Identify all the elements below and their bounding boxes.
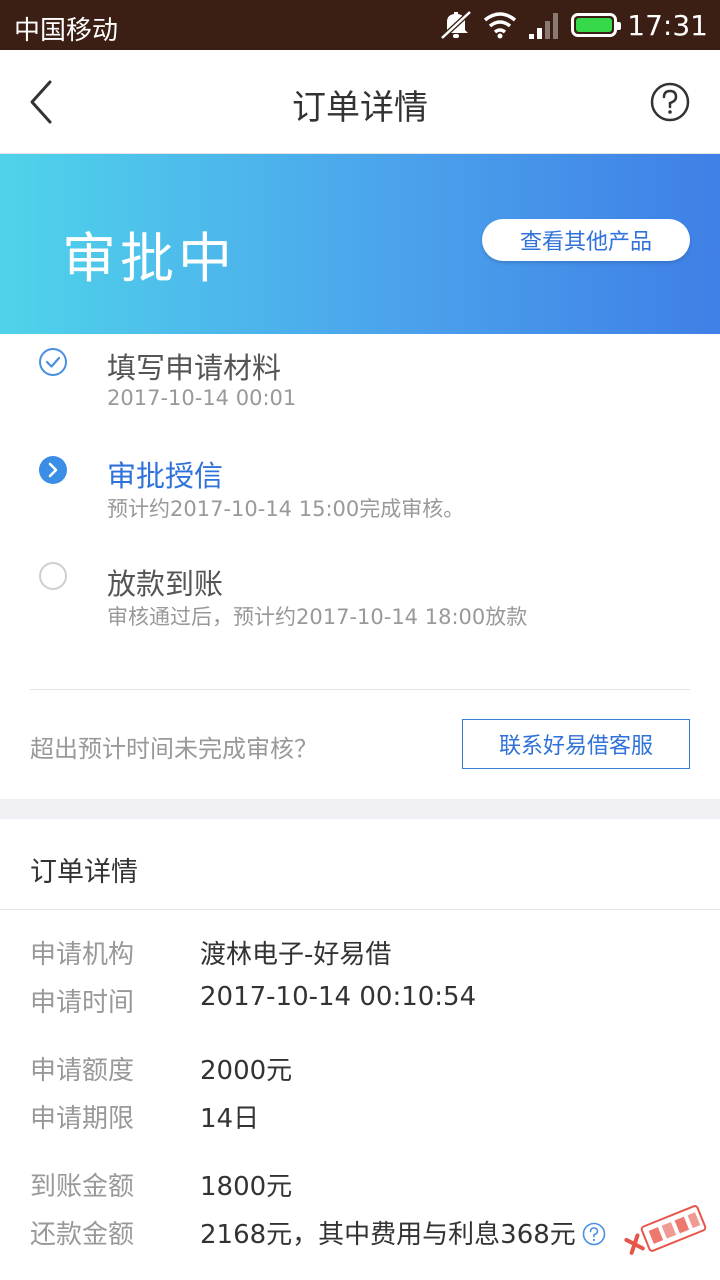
status-icons: 17:31 (439, 8, 708, 42)
wifi-icon (484, 12, 517, 39)
step-subtitle: 预计约2017-10-14 15:00完成审核。 (107, 497, 465, 521)
page-title: 订单详情 (292, 88, 428, 128)
detail-row-institution: 申请机构 渡林电子-好易借 (0, 934, 720, 974)
nav-bar: 订单详情 (0, 50, 720, 154)
detail-value: 2017-10-14 00:10:54 (200, 982, 477, 1012)
detail-row-term: 申请期限 14日 (0, 1098, 720, 1138)
mute-icon (440, 10, 472, 40)
detail-row-amount: 申请额度 2000元 (0, 1050, 720, 1090)
detail-value: 1800元 (200, 1172, 293, 1202)
check-circle-icon (39, 348, 67, 376)
order-status: 审批中 (62, 227, 236, 290)
divider (30, 689, 690, 690)
detail-label: 到账金额 (30, 1172, 135, 1202)
status-bar: 中国移动 17:31 (0, 0, 720, 50)
details-section-title: 订单详情 (30, 857, 138, 888)
step-subtitle: 2017-10-14 00:01 (107, 386, 297, 410)
detail-value: 2168元，其中费用与利息368元 (200, 1214, 606, 1251)
clock: 17:31 (627, 8, 708, 42)
detail-value: 渡林电子-好易借 (200, 940, 392, 970)
detail-value: 2000元 (200, 1056, 293, 1086)
arrow-circle-icon (39, 456, 67, 484)
overtime-question: 超出预计时间未完成审核？ (30, 735, 318, 763)
repayment-text: 2168元，其中费用与利息368元 (200, 1220, 576, 1250)
detail-label: 还款金额 (30, 1220, 135, 1250)
step-subtitle: 审核通过后，预计约2017-10-14 18:00放款 (107, 605, 528, 629)
view-other-products-button[interactable]: 查看其他产品 (482, 219, 690, 261)
step-name: 填写申请材料 (107, 351, 282, 385)
detail-row-received: 到账金额 1800元 (0, 1166, 720, 1206)
detail-label: 申请期限 (30, 1104, 135, 1134)
watermark-logo-icon (624, 1205, 707, 1255)
help-circle-icon[interactable] (650, 82, 690, 122)
battery-icon (571, 13, 622, 37)
detail-label: 申请时间 (30, 988, 135, 1018)
detail-value: 14日 (200, 1104, 260, 1134)
detail-label: 申请机构 (30, 940, 135, 970)
status-banner: 审批中 查看其他产品 (0, 154, 720, 334)
detail-label: 申请额度 (30, 1056, 135, 1086)
carrier-name: 中国移动 (14, 16, 119, 46)
contact-service-button[interactable]: 联系好易借客服 (462, 719, 690, 769)
signal-icon (529, 13, 559, 39)
empty-circle-icon (39, 562, 67, 590)
section-separator (0, 799, 720, 819)
detail-row-apply-time: 申请时间 2017-10-14 00:10:54 (0, 982, 720, 1022)
step-name: 审批授信 (107, 459, 224, 493)
divider (0, 909, 720, 910)
step-name: 放款到账 (107, 567, 224, 601)
info-icon[interactable] (582, 1222, 606, 1246)
